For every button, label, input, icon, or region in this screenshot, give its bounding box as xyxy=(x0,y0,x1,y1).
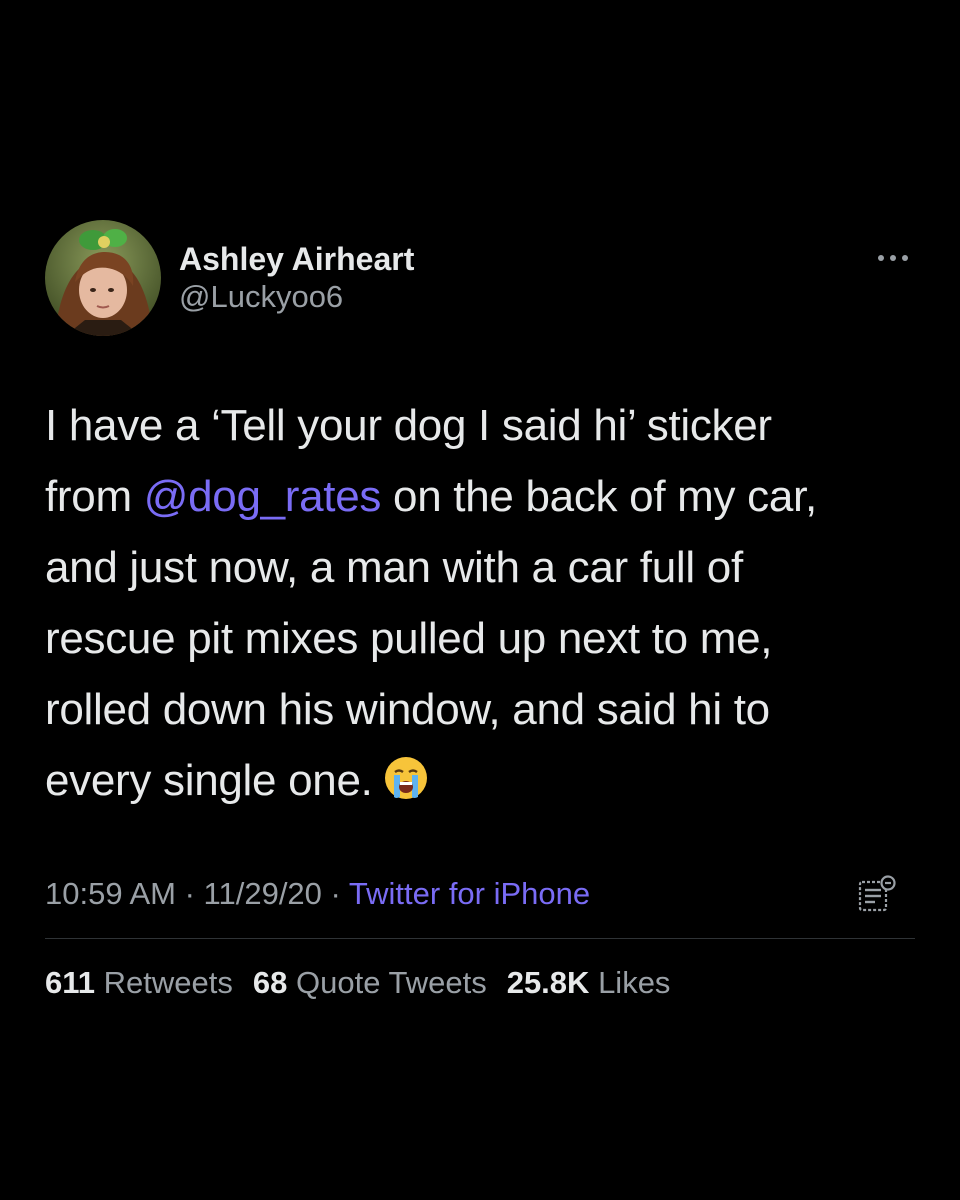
retweets-count: 611 xyxy=(45,965,96,1000)
tweet-meta: 10:59 AM · 11/29/20 · Twitter for iPhone xyxy=(45,864,915,924)
retweets-stat[interactable]: 611 Retweets xyxy=(45,965,233,1000)
tweet-header: Ashley Airheart @Luckyoo6 xyxy=(45,220,915,338)
avatar[interactable] xyxy=(45,220,161,336)
quote-tweets-count: 68 xyxy=(252,965,288,1000)
tweet-text-line: every single one. xyxy=(45,745,915,816)
tweet-source-link[interactable]: Twitter for iPhone xyxy=(349,876,590,911)
tweet-text-line: rolled down his window, and said hi to xyxy=(45,685,770,734)
display-name[interactable]: Ashley Airheart xyxy=(179,240,414,278)
avatar-image xyxy=(45,220,161,336)
tweet-date[interactable]: 11/29/20 xyxy=(204,876,322,911)
likes-label: Likes xyxy=(598,965,671,1000)
handle[interactable]: @Luckyoo6 xyxy=(179,278,414,316)
tweet-time[interactable]: 10:59 AM xyxy=(45,876,176,911)
tweet-text-segment: every single one. xyxy=(45,756,373,805)
crying-face-emoji-icon xyxy=(383,751,429,799)
tweet: Ashley Airheart @Luckyoo6 I have a ‘Tell… xyxy=(45,220,915,1003)
author-names[interactable]: Ashley Airheart @Luckyoo6 xyxy=(179,240,414,316)
analytics-icon[interactable] xyxy=(857,874,897,914)
meta-separator: · xyxy=(321,876,349,911)
quote-tweets-label: Quote Tweets xyxy=(295,965,487,1000)
quote-tweets-stat[interactable]: 68 Quote Tweets xyxy=(253,965,487,1000)
tweet-text-line: from @dog_rates on the back of my car, xyxy=(45,461,915,532)
more-options-icon[interactable] xyxy=(873,248,913,268)
tweet-text-line: rescue pit mixes pulled up next to me, xyxy=(45,614,773,663)
tweet-text-line: I have a ‘Tell your dog I said hi’ stick… xyxy=(45,401,772,450)
tweet-stats: 611 Retweets 68 Quote Tweets 25.8K Likes xyxy=(45,963,915,1003)
meta-separator: · xyxy=(175,876,204,911)
likes-count: 25.8K xyxy=(506,965,590,1000)
tweet-text: I have a ‘Tell your dog I said hi’ stick… xyxy=(45,390,915,816)
retweets-label: Retweets xyxy=(103,965,233,1000)
tweet-text-line: and just now, a man with a car full of xyxy=(45,543,743,592)
tweet-text-segment: from xyxy=(45,472,144,521)
likes-stat[interactable]: 25.8K Likes xyxy=(507,965,671,1000)
tweet-text-segment: on the back of my car, xyxy=(381,472,817,521)
divider xyxy=(45,938,915,939)
mention-link[interactable]: @dog_rates xyxy=(144,472,382,521)
